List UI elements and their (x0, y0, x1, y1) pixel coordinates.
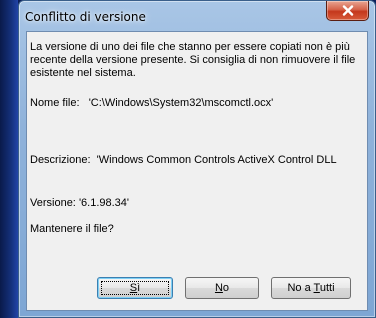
file-name-row: Nome file: 'C:\Windows\System32\mscomctl… (30, 97, 366, 110)
no-to-all-button-label: No a Tutti (287, 282, 335, 294)
file-name-label: Nome file: (30, 97, 80, 109)
message-line: esistente nel sistema. (30, 67, 136, 79)
description-value: 'Windows Common Controls ActiveX Control… (96, 154, 337, 166)
warning-message: La versione di uno dei file che stanno p… (30, 41, 366, 80)
close-icon (342, 5, 353, 16)
no-button[interactable]: No (185, 277, 259, 299)
yes-button[interactable]: Sì (97, 277, 173, 299)
dialog-content: La versione di uno dei file che stanno p… (26, 31, 368, 311)
version-row: Versione: '6.1.98.34' (30, 197, 366, 210)
description-row: Descrizione: 'Windows Common Controls Ac… (30, 154, 366, 167)
focus-indicator (101, 281, 169, 295)
dialog-title: Conflitto di versione (25, 10, 146, 24)
close-button[interactable] (326, 1, 369, 21)
no-button-label: No (214, 282, 230, 294)
version-conflict-dialog: Conflitto di versione La versione di uno… (18, 0, 376, 318)
description-label: Descrizione: (30, 154, 91, 166)
desktop-background (0, 0, 18, 318)
title-bar[interactable]: Conflitto di versione (19, 1, 375, 31)
file-name-value: 'C:\Windows\System32\mscomctl.ocx' (88, 97, 274, 109)
message-line: recente della versione presente. Si cons… (30, 54, 356, 66)
message-line: La versione di uno dei file che stanno p… (30, 41, 350, 53)
question-text: Mantenere il file? (30, 223, 114, 235)
version-label: Versione: (30, 197, 76, 209)
no-to-all-button[interactable]: No a Tutti (271, 277, 351, 299)
version-value: '6.1.98.34' (78, 197, 130, 209)
